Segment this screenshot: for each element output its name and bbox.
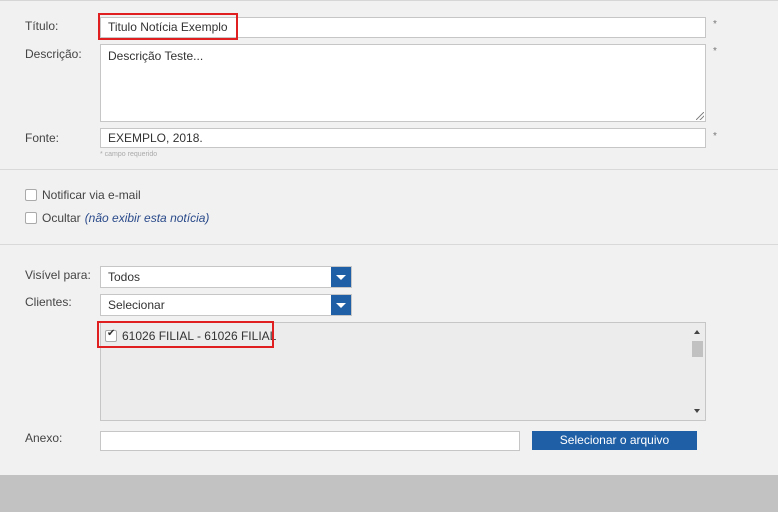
scroll-down-icon[interactable]	[694, 409, 700, 413]
titulo-required-mark: *	[713, 19, 717, 30]
notificar-checkbox[interactable]	[25, 189, 37, 201]
list-item-checkbox[interactable]	[105, 328, 117, 342]
visivel-label: Visível para:	[25, 268, 91, 282]
fonte-required-mark: *	[713, 131, 717, 142]
clientes-select[interactable]: Selecionar	[100, 294, 352, 316]
clientes-label: Clientes:	[25, 295, 72, 309]
anexo-label: Anexo:	[25, 431, 63, 445]
titulo-label: Título:	[25, 19, 59, 33]
list-item[interactable]: 61026 FILIAL - 61026 FILIAL	[105, 328, 277, 343]
fonte-label: Fonte:	[25, 131, 60, 145]
notificar-label: Notificar via e-mail	[42, 188, 141, 202]
required-hint: * campo requerido	[100, 151, 158, 158]
visivel-value: Todos	[108, 270, 141, 284]
ocultar-checkbox[interactable]	[25, 212, 37, 224]
chevron-down-icon[interactable]	[331, 295, 351, 315]
ocultar-option[interactable]: Ocultar (não exibir esta notícia)	[25, 211, 209, 225]
divider	[0, 244, 778, 245]
resize-handle-icon[interactable]	[696, 112, 704, 120]
scrollbar-thumb[interactable]	[692, 341, 703, 357]
fonte-input[interactable]: EXEMPLO, 2018.	[100, 128, 706, 148]
notificar-option[interactable]: Notificar via e-mail	[25, 188, 141, 202]
select-file-button[interactable]: Selecionar o arquivo	[532, 431, 697, 450]
descricao-label: Descrição:	[25, 47, 82, 61]
descricao-textarea[interactable]: Descrição Teste...	[100, 44, 706, 122]
clientes-listbox[interactable]: 61026 FILIAL - 61026 FILIAL	[100, 322, 706, 421]
scroll-up-icon[interactable]	[694, 330, 700, 334]
ocultar-note: (não exibir esta notícia)	[84, 211, 210, 225]
visivel-select[interactable]: Todos	[100, 266, 352, 288]
top-border	[0, 0, 778, 1]
clientes-value: Selecionar	[108, 298, 165, 312]
scrollbar[interactable]	[689, 323, 705, 420]
titulo-input[interactable]: Titulo Notícia Exemplo	[100, 17, 706, 38]
ocultar-label: Ocultar	[42, 211, 81, 225]
descricao-text: Descrição Teste...	[108, 49, 204, 63]
divider	[0, 169, 778, 170]
list-item-label: 61026 FILIAL - 61026 FILIAL	[122, 329, 277, 343]
chevron-down-icon[interactable]	[331, 267, 351, 287]
descricao-required-mark: *	[713, 46, 717, 57]
footer-bar	[0, 475, 778, 512]
anexo-input[interactable]	[100, 431, 520, 451]
